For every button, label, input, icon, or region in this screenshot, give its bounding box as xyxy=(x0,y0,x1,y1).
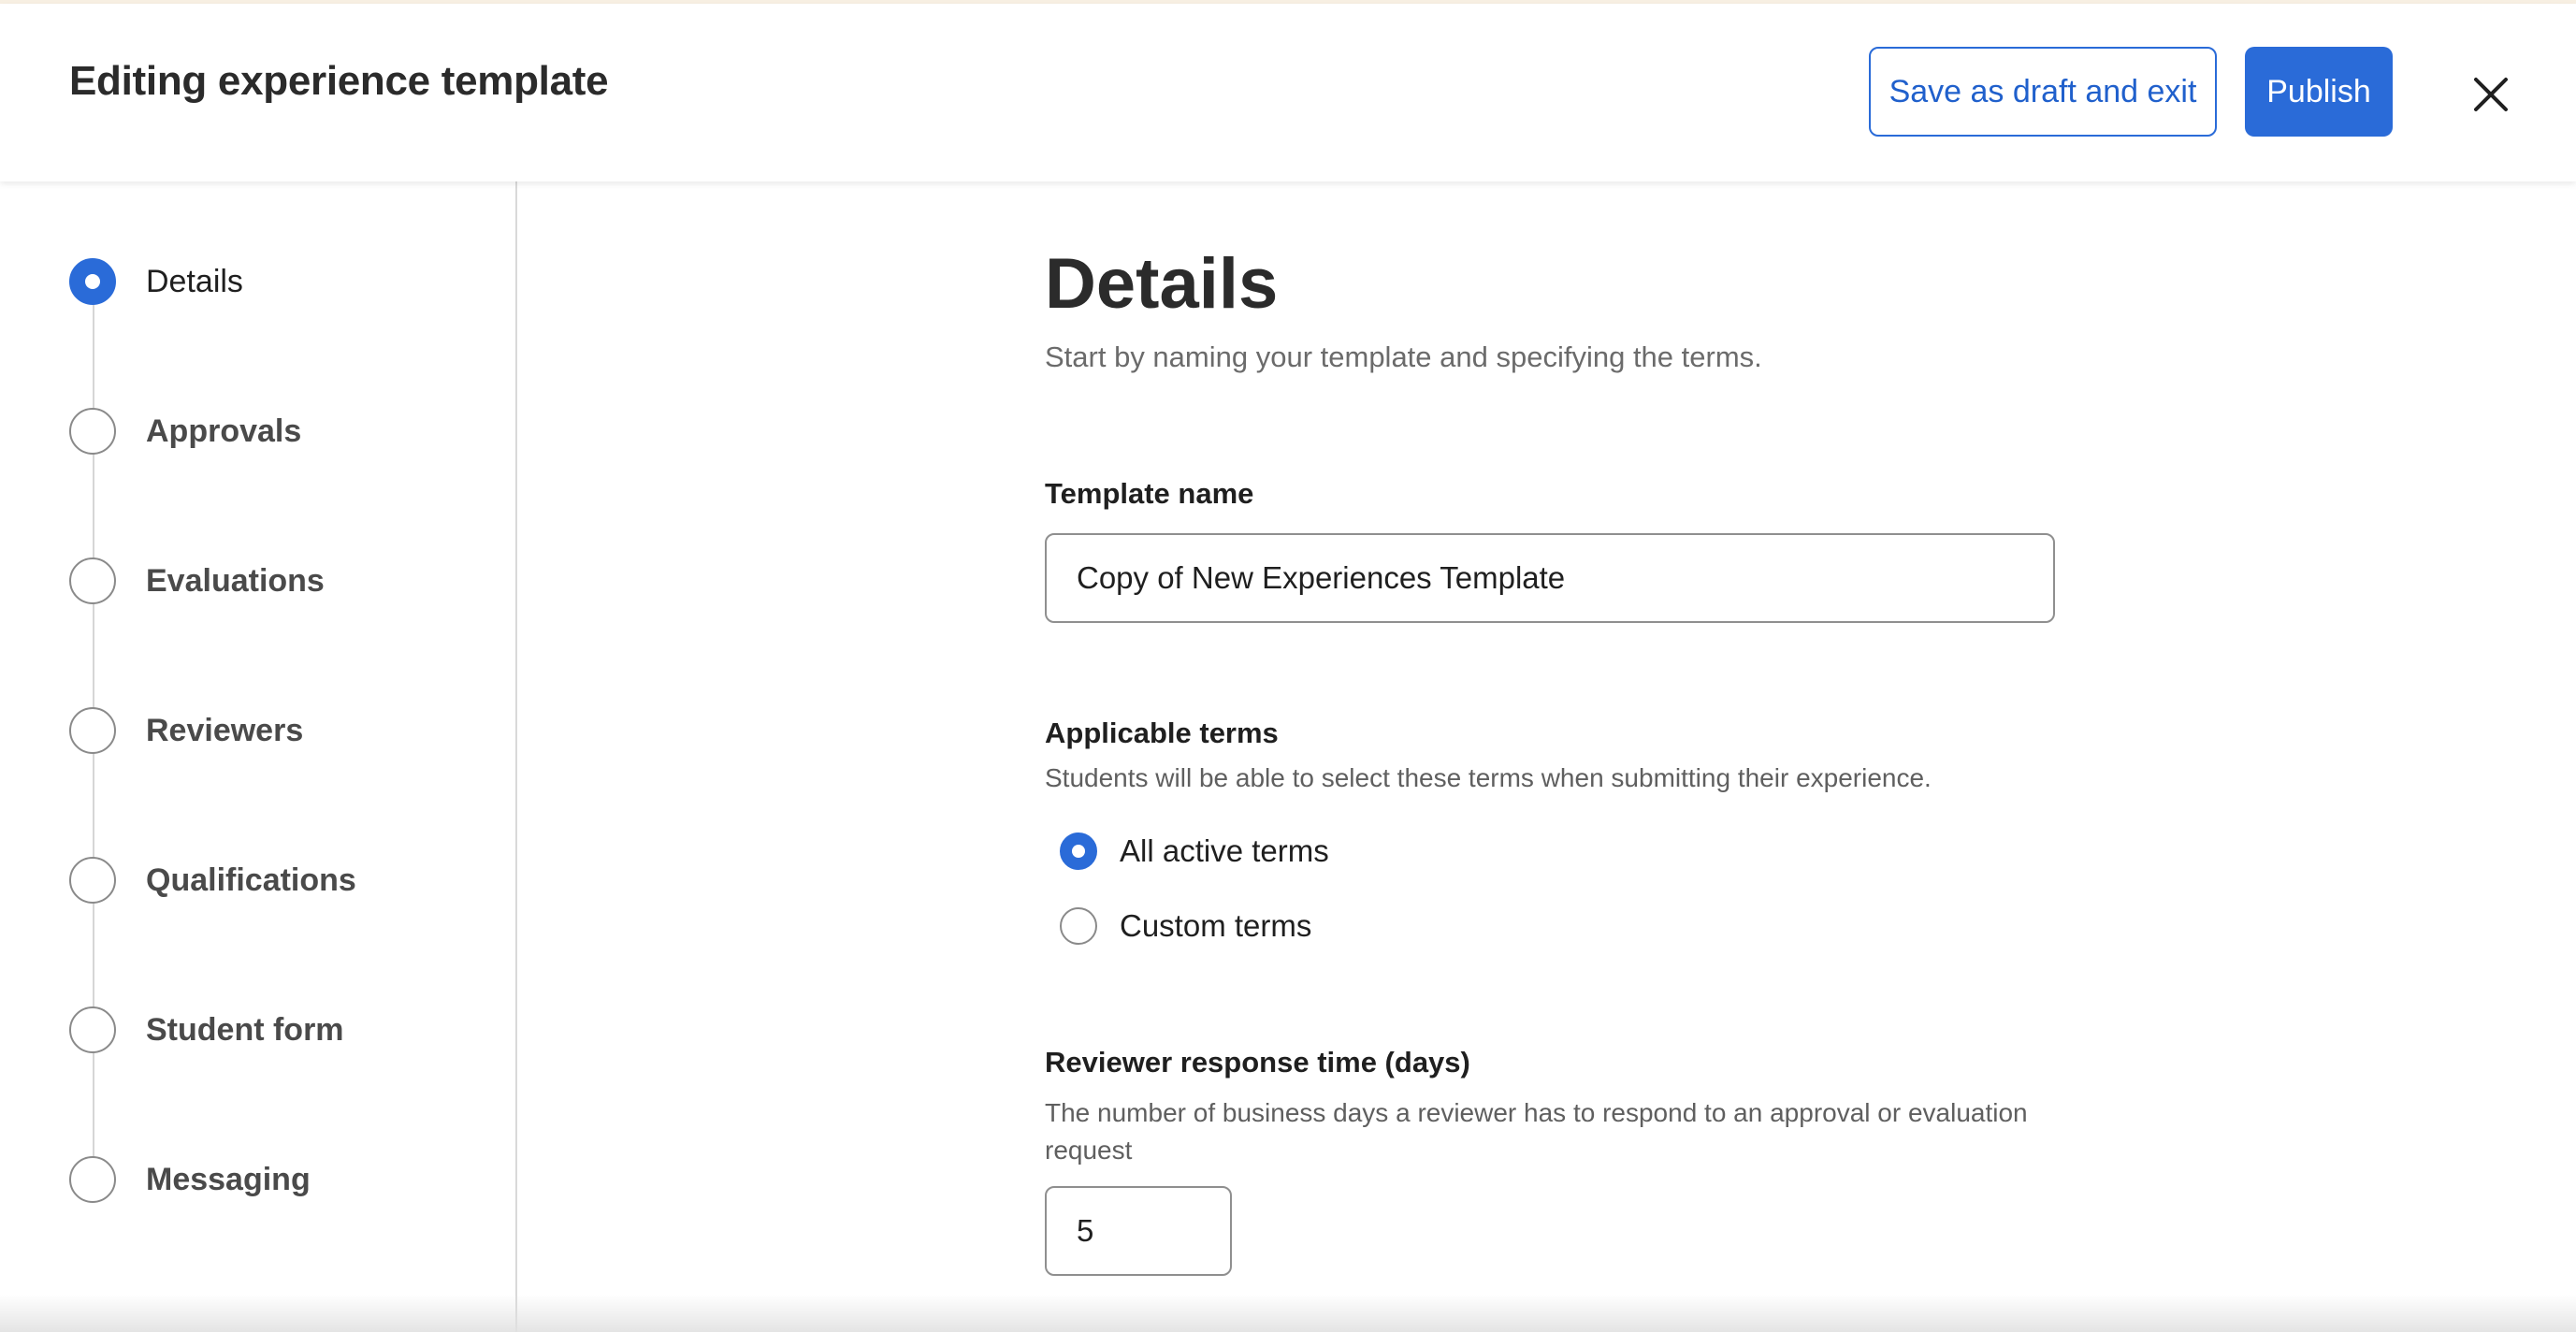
response-time-input[interactable] xyxy=(1045,1186,1232,1276)
step-indicator xyxy=(69,408,116,455)
publish-button[interactable]: Publish xyxy=(2245,47,2393,137)
step-reviewers[interactable]: Reviewers xyxy=(69,706,303,755)
step-indicator xyxy=(69,1156,116,1203)
step-label: Reviewers xyxy=(146,712,304,748)
step-indicator-active xyxy=(69,258,116,305)
radio-button[interactable] xyxy=(1060,907,1097,945)
step-label: Qualifications xyxy=(146,861,356,898)
step-label: Student form xyxy=(146,1011,344,1048)
save-draft-and-exit-button[interactable]: Save as draft and exit xyxy=(1869,47,2217,137)
step-indicator xyxy=(69,707,116,754)
radio-label: All active terms xyxy=(1120,833,1329,868)
step-details[interactable]: Details xyxy=(69,257,243,306)
page-title: Details xyxy=(1045,244,1279,324)
page-subtitle: Start by naming your template and specif… xyxy=(1045,340,1762,373)
step-label: Approvals xyxy=(146,413,302,449)
radio-all-active-terms[interactable]: All active terms xyxy=(1060,832,1329,870)
steps-sidebar: Details Approvals Evaluations Reviewers … xyxy=(0,181,517,1332)
step-label: Details xyxy=(146,263,243,299)
step-student-form[interactable]: Student form xyxy=(69,1006,344,1054)
radio-custom-terms[interactable]: Custom terms xyxy=(1060,907,1311,945)
step-qualifications[interactable]: Qualifications xyxy=(69,856,356,905)
close-icon xyxy=(2474,78,2508,111)
editor-header: Editing experience template Save as draf… xyxy=(0,4,2576,181)
bottom-shadow xyxy=(0,1295,2576,1332)
header-title: Editing experience template xyxy=(69,58,609,104)
applicable-terms-label: Applicable terms xyxy=(1045,717,1279,749)
template-name-label: Template name xyxy=(1045,477,1254,510)
radio-label: Custom terms xyxy=(1120,908,1312,943)
step-label: Evaluations xyxy=(146,562,325,599)
step-messaging[interactable]: Messaging xyxy=(69,1155,311,1204)
template-name-input[interactable] xyxy=(1045,533,2055,623)
step-label: Messaging xyxy=(146,1161,311,1197)
step-indicator xyxy=(69,857,116,904)
step-indicator xyxy=(69,557,116,604)
response-time-label: Reviewer response time (days) xyxy=(1045,1046,1470,1079)
applicable-terms-helper: Students will be able to select these te… xyxy=(1045,763,1932,792)
response-time-helper: The number of business days a reviewer h… xyxy=(1045,1098,2028,1165)
step-evaluations[interactable]: Evaluations xyxy=(69,557,325,605)
radio-button-checked[interactable] xyxy=(1060,832,1097,870)
close-button[interactable] xyxy=(2464,67,2518,122)
step-approvals[interactable]: Approvals xyxy=(69,407,301,456)
step-indicator xyxy=(69,1006,116,1053)
